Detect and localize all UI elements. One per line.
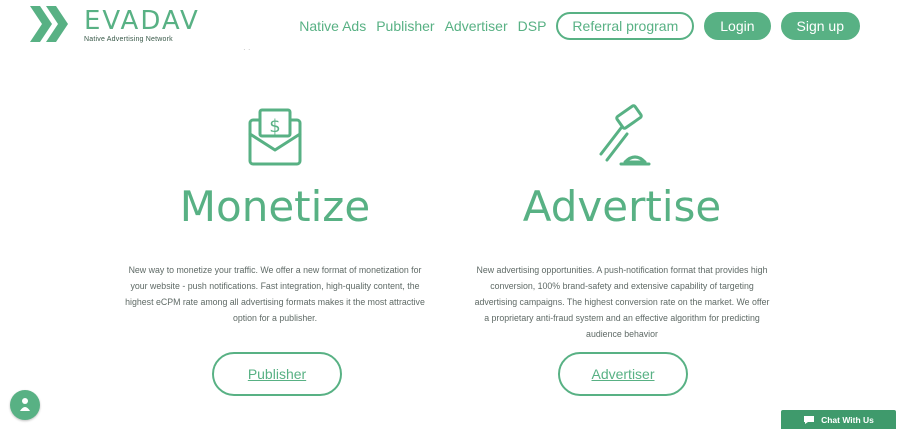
logo-chevrons-icon xyxy=(30,6,68,42)
advertise-description: New advertising opportunities. A push-no… xyxy=(474,265,770,339)
advertiser-cta-button[interactable]: Advertiser xyxy=(558,352,688,396)
publisher-cta-button[interactable]: Publisher xyxy=(212,352,342,396)
chat-bubble-icon xyxy=(804,415,815,424)
person-icon xyxy=(20,398,30,411)
nav-native-ads[interactable]: Native Ads xyxy=(299,18,366,34)
signup-button[interactable]: Sign up xyxy=(780,12,860,40)
nav-dsp[interactable]: DSP xyxy=(518,18,547,34)
login-button[interactable]: Login xyxy=(704,12,771,40)
money-envelope-icon: $ xyxy=(115,102,435,172)
brand-tagline: Native Advertising Network xyxy=(84,36,173,43)
top-nav: Native Ads Publisher Advertiser DSP Refe… xyxy=(299,12,860,40)
monetize-description: New way to monetize your traffic. We off… xyxy=(125,265,425,323)
nav-advertiser[interactable]: Advertiser xyxy=(445,18,508,34)
gavel-icon xyxy=(462,102,782,172)
advertise-section: Advertise New advertising opportunities.… xyxy=(462,102,782,342)
brand-name: EVADAV xyxy=(84,6,200,36)
nav-publisher[interactable]: Publisher xyxy=(376,18,434,34)
svg-text:$: $ xyxy=(269,116,280,137)
accessibility-button[interactable] xyxy=(10,390,40,420)
monetize-section: $ Monetize New way to monetize your traf… xyxy=(115,102,435,326)
header: EVADAV Native Advertising Network Native… xyxy=(0,0,900,48)
logo[interactable]: EVADAV Native Advertising Network xyxy=(30,6,200,43)
small-artifact-text: · · xyxy=(243,45,251,54)
chat-widget-button[interactable]: Chat With Us xyxy=(781,410,896,429)
monetize-title: Monetize xyxy=(179,182,371,231)
referral-program-button[interactable]: Referral program xyxy=(556,12,695,40)
chat-label: Chat With Us xyxy=(821,414,874,425)
advertise-title: Advertise xyxy=(522,182,722,231)
